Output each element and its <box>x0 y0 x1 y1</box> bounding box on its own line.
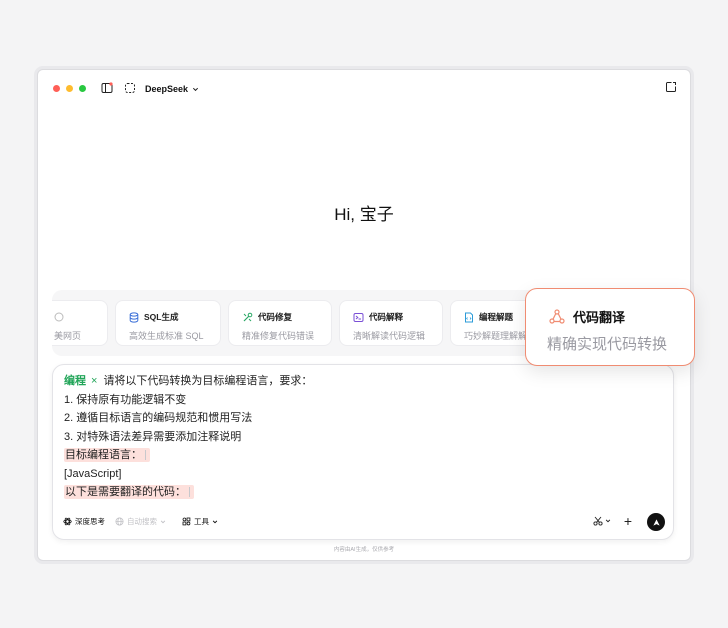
card-code-fix[interactable]: 代码修复 精准修复代码错误 <box>228 300 332 346</box>
send-button[interactable] <box>647 513 665 531</box>
card-sql[interactable]: SQL生成 高效生成标准 SQL <box>115 300 221 346</box>
popup-title: 代码翻译 <box>573 310 626 325</box>
popup-desc: 精确实现代码转换 <box>547 336 668 353</box>
target-language-value[interactable]: [JavaScript] <box>64 465 661 484</box>
chevron-down-icon <box>212 520 218 523</box>
remove-tag-button[interactable]: × <box>91 375 97 387</box>
greeting-text: Hi, 宝子 <box>334 205 394 224</box>
prompt-line: 3. 对特殊语法差异需要添加注释说明 <box>64 430 242 443</box>
card-web-page[interactable]: 美网页 <box>52 300 108 346</box>
tools-grid-icon <box>182 517 191 526</box>
send-arrow-icon <box>652 518 660 526</box>
prompt-line: 2. 遵循目标语言的编码规范和惯用写法 <box>64 412 253 424</box>
add-attachment-button[interactable]: + <box>624 514 632 528</box>
translate-nodes-icon <box>549 308 565 324</box>
card-title: SQL生成 <box>144 312 179 322</box>
code-input-label[interactable]: 以下是需要翻译的代码： <box>64 485 194 499</box>
prompt-line: 1. 保持原有功能逻辑不变 <box>64 393 187 406</box>
ai-disclaimer: 内容由AI生成，仅供参考 <box>333 547 395 553</box>
card-desc: 美网页 <box>54 331 82 341</box>
web-icon <box>54 312 64 322</box>
sidebar-toggle-icon[interactable] <box>101 82 113 94</box>
target-language-label[interactable]: 目标编程语言： <box>64 448 150 462</box>
tools-label: 工具 <box>194 517 209 526</box>
minimize-window-button[interactable] <box>66 85 73 92</box>
chat-composer[interactable]: 编程 × 请将以下代码转换为目标编程语言，要求： 1. 保持原有功能逻辑不变 2. … <box>52 364 674 540</box>
card-desc: 高效生成标准 SQL <box>129 331 204 341</box>
title-bar: DeepSeek <box>38 70 690 106</box>
new-chat-icon[interactable] <box>124 82 136 94</box>
share-icon[interactable] <box>665 81 677 93</box>
cut-dropdown[interactable] <box>593 516 611 526</box>
terminal-icon <box>353 312 364 322</box>
auto-search-toggle[interactable]: 自动搜索 <box>115 516 166 527</box>
deep-think-toggle[interactable]: 深度思考 <box>63 516 105 527</box>
chevron-down-icon <box>605 519 611 523</box>
card-title: 代码解释 <box>369 312 404 322</box>
prompt-text-area[interactable]: 编程 × 请将以下代码转换为目标编程语言，要求： 1. 保持原有功能逻辑不变 2. … <box>64 372 661 502</box>
code-translate-card[interactable]: 代码翻译 精确实现代码转换 <box>525 288 695 366</box>
skill-tag: 编程 <box>64 375 86 387</box>
globe-icon <box>115 517 124 526</box>
chevron-down-icon <box>192 87 199 91</box>
tools-dropdown[interactable]: 工具 <box>182 516 218 527</box>
document-code-icon <box>465 312 473 322</box>
card-code-explain[interactable]: 代码解释 清晰解读代码逻辑 <box>339 300 443 346</box>
card-title: 代码修复 <box>258 312 293 322</box>
zoom-window-button[interactable] <box>79 85 86 92</box>
composer-toolbar: 深度思考 自动搜索 工具 + <box>63 513 665 531</box>
atom-icon <box>63 517 72 526</box>
model-name: DeepSeek <box>145 84 189 94</box>
model-selector[interactable]: DeepSeek <box>145 82 199 96</box>
card-title: 编程解题 <box>479 312 514 322</box>
card-desc: 清晰解读代码逻辑 <box>353 331 426 341</box>
database-icon <box>129 311 139 323</box>
close-window-button[interactable] <box>53 85 60 92</box>
card-desc: 精准修复代码错误 <box>242 331 315 341</box>
chevron-down-icon <box>160 520 166 523</box>
wrench-icon <box>243 312 253 321</box>
scissors-icon <box>593 516 603 526</box>
deep-think-label: 深度思考 <box>75 517 105 526</box>
auto-search-label: 自动搜索 <box>127 517 157 526</box>
prompt-intro: 请将以下代码转换为目标编程语言，要求： <box>103 375 313 387</box>
